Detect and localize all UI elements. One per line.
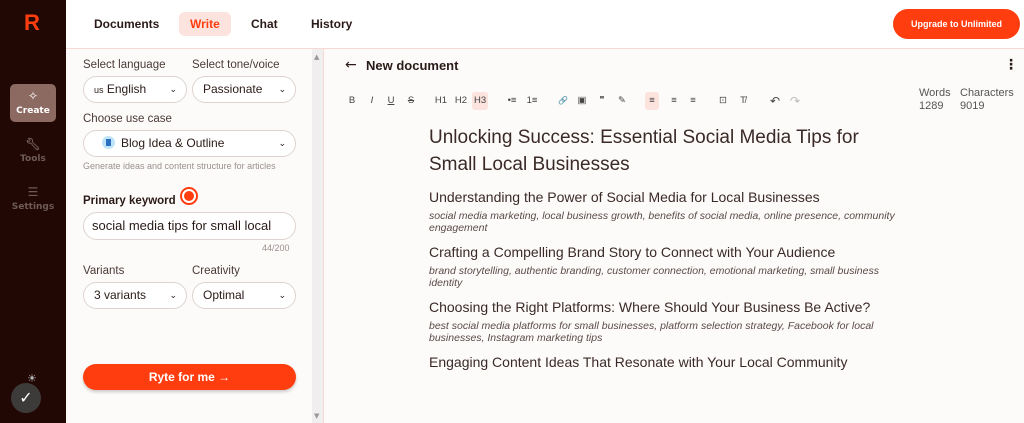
- language-select[interactable]: us English ⌄: [83, 76, 187, 103]
- back-arrow-icon[interactable]: ←: [345, 57, 357, 73]
- section-keywords: best social media platforms for small bu…: [429, 320, 874, 344]
- language-label: Select language: [83, 59, 166, 71]
- undo-icon[interactable]: ↶: [768, 92, 782, 110]
- variants-select[interactable]: 3 variants ⌄: [83, 282, 187, 309]
- tab-write[interactable]: Write: [179, 12, 231, 36]
- h2-button[interactable]: H2: [454, 92, 468, 110]
- document-icon: [102, 136, 115, 149]
- character-count: Characters 9019: [960, 87, 1014, 112]
- align-left-icon[interactable]: ≡: [645, 92, 659, 110]
- chevron-down-icon: ⌄: [169, 290, 177, 300]
- usecase-label: Choose use case: [83, 113, 172, 125]
- panel-scrollbar[interactable]: [312, 49, 324, 423]
- history-check-icon[interactable]: ✓: [11, 383, 41, 413]
- italic-button[interactable]: I: [365, 92, 379, 110]
- section-heading: Choosing the Right Platforms: Where Shou…: [429, 299, 871, 315]
- tab-documents[interactable]: Documents: [83, 12, 170, 36]
- sliders-icon: ☰: [27, 185, 39, 199]
- upgrade-button[interactable]: Upgrade to Unlimited: [893, 9, 1020, 39]
- bold-button[interactable]: B: [345, 92, 359, 110]
- redo-icon[interactable]: ↷: [788, 92, 802, 110]
- usecase-select[interactable]: Blog Idea & Outline ⌄: [83, 130, 296, 157]
- tone-label: Select tone/voice: [192, 59, 280, 71]
- more-options-icon[interactable]: ⋮: [1004, 57, 1018, 73]
- sidebar-item-create[interactable]: ✧ Create: [10, 84, 56, 122]
- keyword-input[interactable]: social media tips for small local: [83, 212, 296, 240]
- sidebar-item-settings[interactable]: ☰ Settings: [10, 185, 56, 212]
- record-icon[interactable]: [180, 187, 198, 205]
- keyword-char-count: 44/200: [262, 243, 290, 253]
- variants-label: Variants: [83, 265, 125, 277]
- tab-history[interactable]: History: [300, 12, 363, 36]
- sidebar-item-tools[interactable]: 🔧︎ Tools: [10, 137, 56, 164]
- word-count: Words 1289: [919, 87, 951, 112]
- bullet-list-icon[interactable]: •≡: [505, 92, 519, 110]
- wrench-icon: 🔧︎: [25, 137, 41, 151]
- h3-button[interactable]: H3: [472, 92, 489, 110]
- section-heading: Understanding the Power of Social Media …: [429, 189, 820, 205]
- creativity-select[interactable]: Optimal ⌄: [192, 282, 296, 309]
- sidebar: R ✧ Create 🔧︎ Tools ☰ Settings ☀ ✓: [0, 0, 66, 423]
- chevron-down-icon: ⌄: [169, 84, 177, 94]
- section-keywords: brand storytelling, authentic branding, …: [429, 265, 879, 289]
- embed-icon[interactable]: ⊡: [716, 92, 730, 110]
- chevron-down-icon: ⌄: [278, 290, 286, 300]
- numbered-list-icon[interactable]: 1≡: [525, 92, 539, 110]
- creativity-label: Creativity: [192, 265, 240, 277]
- underline-button[interactable]: U: [384, 92, 398, 110]
- link-icon[interactable]: 🔗: [556, 92, 570, 110]
- section-heading: Crafting a Compelling Brand Story to Con…: [429, 244, 836, 260]
- section-heading: Engaging Content Ideas That Resonate wit…: [429, 354, 848, 370]
- chevron-down-icon: ⌄: [278, 84, 286, 94]
- section-keywords: social media marketing, local business g…: [429, 210, 895, 234]
- scroll-down-icon[interactable]: ▼: [314, 412, 319, 420]
- tone-select[interactable]: Passionate ⌄: [192, 76, 296, 103]
- image-icon[interactable]: ▣: [575, 92, 589, 110]
- align-right-icon[interactable]: ≡: [686, 92, 700, 110]
- strikethrough-button[interactable]: S: [404, 92, 418, 110]
- usecase-hint: Generate ideas and content structure for…: [83, 161, 276, 171]
- document-heading: Unlocking Success: Essential Social Medi…: [429, 127, 859, 175]
- sparkles-icon: ✧: [27, 89, 39, 103]
- quote-icon[interactable]: ❞: [595, 92, 609, 110]
- clear-format-icon[interactable]: T̸: [736, 92, 750, 110]
- h1-button[interactable]: H1: [434, 92, 448, 110]
- document-content[interactable]: Unlocking Success: Essential Social Medi…: [429, 124, 909, 375]
- keyword-label: Primary keyword: [83, 195, 176, 207]
- highlight-pen-icon[interactable]: ✎: [615, 92, 629, 110]
- scroll-up-icon[interactable]: ▲: [314, 53, 319, 61]
- ryte-for-me-button[interactable]: Ryte for me →: [83, 364, 296, 390]
- app-logo: R: [24, 10, 40, 35]
- document-title: New document: [366, 58, 459, 73]
- chevron-down-icon: ⌄: [278, 138, 286, 148]
- tab-chat[interactable]: Chat: [240, 12, 289, 36]
- align-center-icon[interactable]: ≡: [667, 92, 681, 110]
